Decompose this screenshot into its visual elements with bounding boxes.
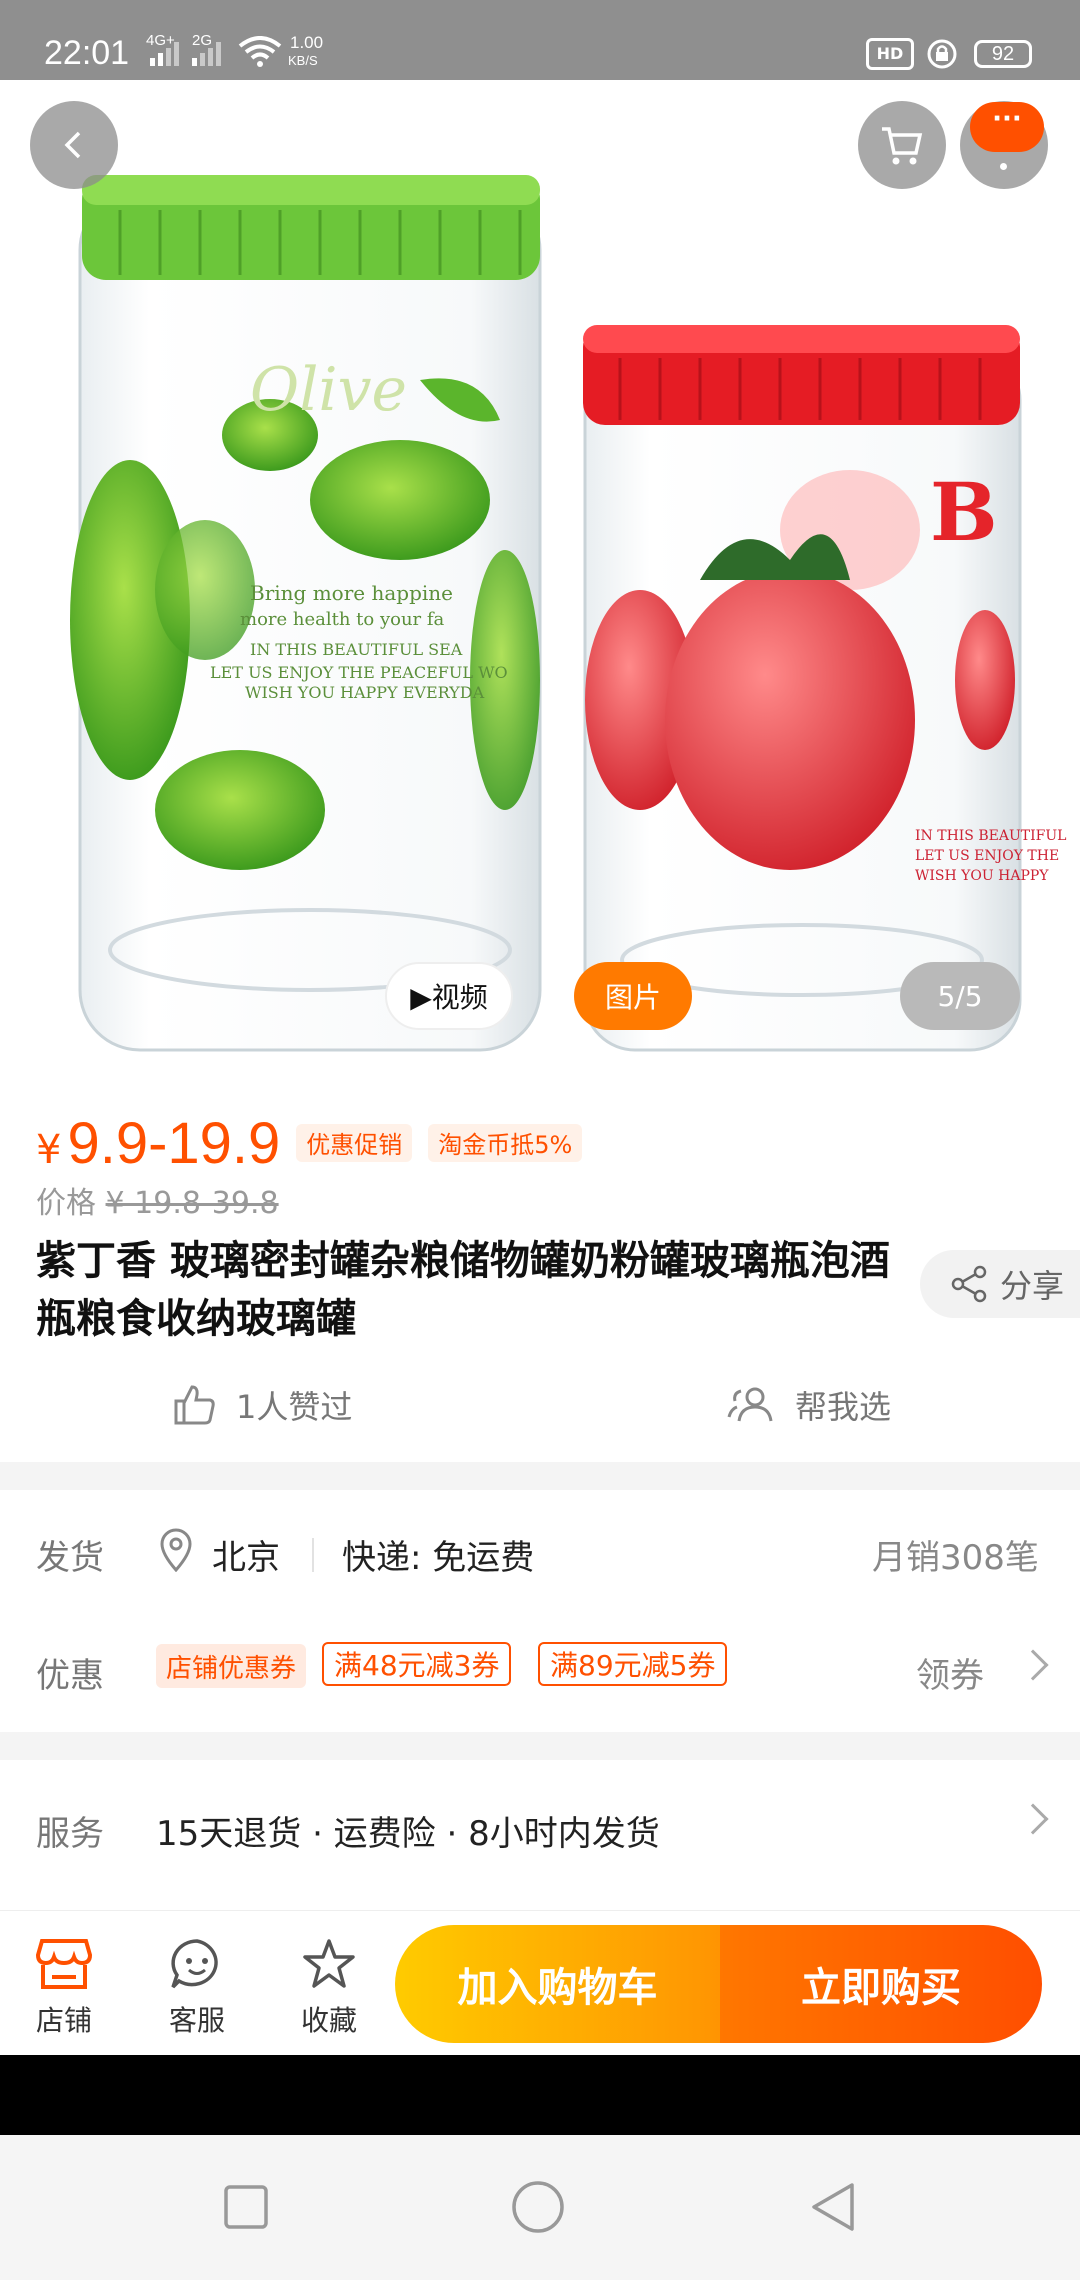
share-icon [951,1265,987,1303]
shop-button[interactable]: 店铺 [4,1929,124,2039]
help-choose-label: 帮我选 [795,1388,892,1426]
chat-face-icon [171,1939,218,1989]
like-button[interactable]: 1人赞过 [170,1380,352,1430]
shipping-express: 快递: 免运费 [342,1538,535,1578]
product-image: Bring more happine more health to your f… [70,175,1066,1052]
svg-text:WISH YOU HAPPY EVERYDA: WISH YOU HAPPY EVERYDA [245,683,485,702]
add-to-cart-button[interactable]: 加入购物车 [395,1925,720,2043]
svg-text:B: B [930,465,998,559]
section-divider [0,1462,1080,1490]
video-tab[interactable]: ▶视频 [385,962,513,1030]
system-nav-bar [0,2135,1080,2280]
customer-service-label: 客服 [168,2004,225,2037]
original-price-value: ¥ 19.8-39.8 [105,1186,279,1221]
back-button[interactable] [30,101,118,189]
battery-indicator: 92 [974,40,1032,68]
customer-service-button[interactable]: 客服 [137,1929,257,2039]
product-title: 紫丁香 玻璃密封罐杂粮储物罐奶粉罐玻璃瓶泡酒瓶粮食收纳玻璃罐 [36,1238,890,1342]
svg-text:LET US ENJOY THE: LET US ENJOY THE [915,848,1059,864]
currency-symbol: ¥ [36,1127,62,1173]
chevron-right-icon [1017,1803,1049,1835]
image-counter: 5/5 [900,962,1020,1030]
svg-text:LET US ENJOY THE PEACEFUL WO: LET US ENJOY THE PEACEFUL WO [210,663,508,682]
share-label: 分享 [1000,1267,1065,1305]
service-text[interactable]: 15天退货 · 运费险 · 8小时内发货 [156,1806,660,1855]
discount-label: 优惠 [36,1656,104,1696]
location-pin-icon [160,1528,192,1572]
coupon-89[interactable]: 满89元减5券 [538,1642,728,1686]
back-nav-icon[interactable] [808,2181,860,2233]
section-divider [0,1732,1080,1760]
status-bar: 22:01 4G+ 2G 1.00 KB/S HD 92 [0,0,1080,80]
price-row: ¥ 9.9-19.9 优惠促销 淘金币抵5% [36,1110,583,1177]
recent-apps-icon[interactable] [222,2183,270,2231]
shop-icon [36,1939,92,1989]
more-menu-icon[interactable]: ··· [970,102,1044,152]
black-band [0,2055,1080,2135]
signal-icon-2 [192,40,221,66]
image-tab[interactable]: 图片 [574,962,692,1030]
net-speed-unit: KB/S [288,53,318,68]
bottom-action-bar: 店铺 客服 收藏 加入购物车 立即购买 [0,1910,1080,2055]
cart-button[interactable] [858,101,946,189]
cart-icon [882,127,923,165]
svg-text:Olive: Olive [250,355,407,425]
monthly-sales: 月销308笔 [872,1538,1039,1578]
chevron-right-icon [1017,1649,1049,1681]
favorite-button[interactable]: 收藏 [269,1929,389,2039]
divider [312,1538,314,1572]
svg-text:WISH YOU HAPPY: WISH YOU HAPPY [915,868,1049,884]
status-time: 22:01 [44,34,130,72]
service-label: 服务 [36,1814,104,1854]
coupon-48[interactable]: 满48元减3券 [322,1642,512,1686]
home-icon[interactable] [510,2179,566,2235]
thumbs-up-icon [174,1385,215,1425]
product-gallery[interactable]: Bring more happine more health to your f… [0,80,1080,1060]
svg-text:IN THIS BEAUTIFUL: IN THIS BEAUTIFUL [915,828,1066,844]
shop-label: 店铺 [35,2004,92,2037]
svg-text:IN THIS BEAUTIFUL SEA: IN THIS BEAUTIFUL SEA [250,640,463,659]
likes-count: 1人赞过 [236,1388,353,1426]
coin-tag: 淘金币抵5% [428,1123,583,1162]
shipping-location: 北京 [212,1538,280,1578]
svg-text:more health to your fa: more health to your fa [240,609,445,630]
share-button[interactable]: 分享 [920,1250,1080,1318]
store-coupon-tag: 店铺优惠券 [156,1644,307,1688]
net-speed-value: 1.00 [290,33,324,52]
hd-icon: HD [866,38,914,70]
wifi-icon [238,36,282,67]
lock-rotation-icon [927,39,957,69]
signal-icon-1 [150,40,179,66]
shipping-label: 发货 [36,1538,104,1578]
promo-tag: 优惠促销 [296,1123,413,1162]
buy-now-button[interactable]: 立即购买 [720,1925,1042,2043]
favorite-label: 收藏 [300,2004,357,2037]
people-icon [727,1387,773,1422]
original-price: 价格 ¥ 19.8-39.8 [36,1178,279,1222]
chevron-left-icon [64,131,81,159]
star-icon [303,1939,355,1988]
svg-text:Bring more happine: Bring more happine [250,581,453,605]
get-coupon-button[interactable]: 领券 [916,1648,984,1697]
original-price-label: 价格 [36,1186,96,1221]
price-range: 9.9-19.9 [67,1111,281,1176]
help-choose-button[interactable]: 帮我选 [725,1380,891,1430]
